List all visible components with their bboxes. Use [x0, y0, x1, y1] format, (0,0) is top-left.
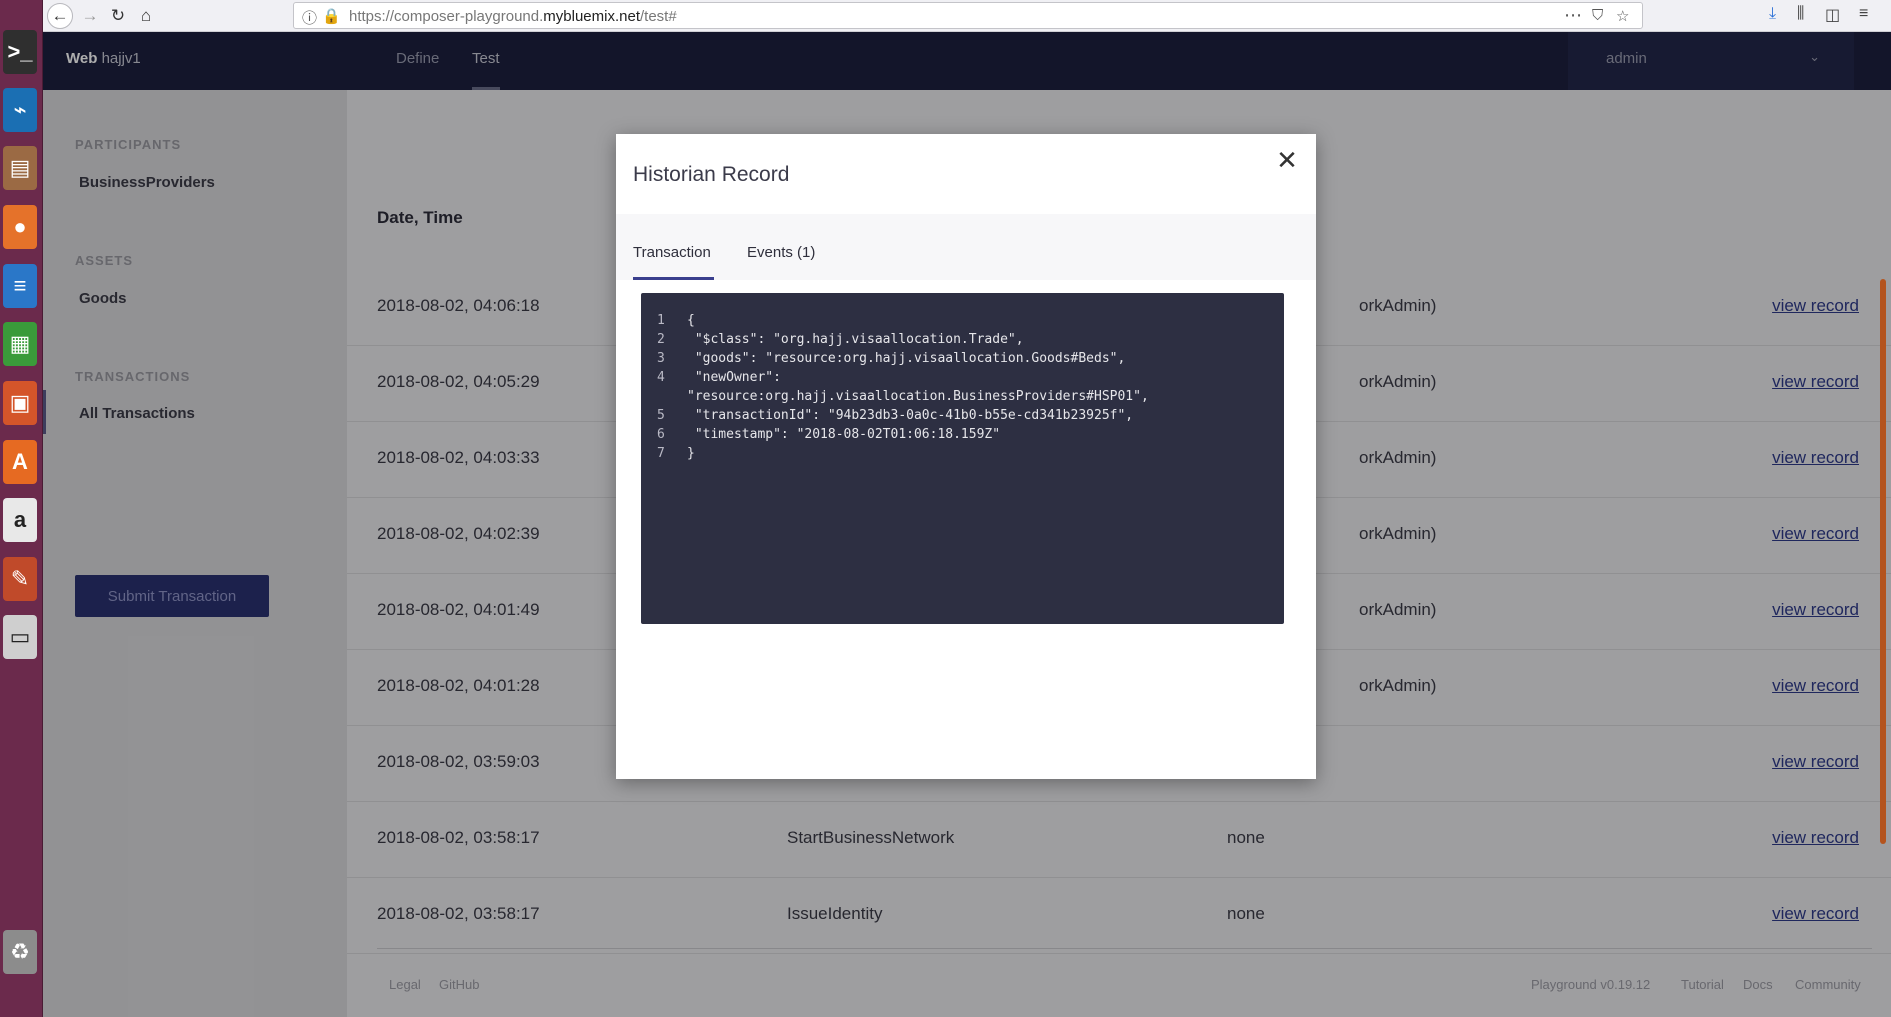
url-text: https://composer-playground.mybluemix.ne…	[349, 8, 677, 25]
writer-icon[interactable]: ≡	[3, 264, 37, 308]
code-line: 4 "newOwner":	[641, 370, 1284, 389]
active-tab-indicator	[633, 277, 714, 280]
code-viewer[interactable]: 1{2 "$class": "org.hajj.visaallocation.T…	[641, 293, 1284, 624]
code-text: "newOwner":	[687, 370, 781, 385]
firefox-icon[interactable]: ●	[3, 205, 37, 249]
code-text: {	[687, 313, 695, 328]
line-number: 3	[657, 351, 665, 366]
info-icon[interactable]: ⓘ	[302, 7, 317, 28]
menu-icon[interactable]: ≡	[1859, 5, 1868, 23]
home-button[interactable]: ⌂	[133, 3, 159, 29]
modal-title: Historian Record	[633, 163, 790, 186]
home-icon: ⌂	[140, 6, 152, 25]
code-text: "$class": "org.hajj.visaallocation.Trade…	[687, 332, 1024, 347]
code-line: 2 "$class": "org.hajj.visaallocation.Tra…	[641, 332, 1284, 351]
historian-record-modal: Historian Record ✕ Transaction Events (1…	[616, 134, 1316, 779]
url-bar[interactable]: ⓘ 🔒 https://composer-playground.mybluemi…	[293, 2, 1643, 29]
lock-icon: 🔒	[322, 8, 341, 25]
page-actions-icon[interactable]: ⋯	[1564, 5, 1582, 26]
code-line: 3 "goods": "resource:org.hajj.visaalloca…	[641, 351, 1284, 370]
line-number: 7	[657, 446, 665, 461]
code-line: 5 "transactionId": "94b23db3-0a0c-41b0-b…	[641, 408, 1284, 427]
impress-icon[interactable]: ▣	[3, 381, 37, 425]
code-text: "timestamp": "2018-08-02T01:06:18.159Z"	[687, 427, 1001, 442]
drive-icon[interactable]: ▭	[3, 615, 37, 659]
page-scrollbar[interactable]	[1880, 279, 1886, 844]
line-number: 2	[657, 332, 665, 347]
pocket-icon[interactable]: ⛉	[1592, 7, 1603, 24]
settings-icon[interactable]: ✎	[3, 557, 37, 601]
code-text: "transactionId": "94b23db3-0a0c-41b0-b55…	[687, 408, 1134, 423]
download-icon[interactable]: ⤓	[1769, 5, 1776, 23]
code-line: "resource:org.hajj.visaallocation.Busine…	[641, 389, 1284, 408]
code-line: 6 "timestamp": "2018-08-02T01:06:18.159Z…	[641, 427, 1284, 446]
bookmark-star-icon[interactable]: ☆	[1616, 7, 1629, 25]
amazon-icon[interactable]: a	[3, 498, 37, 542]
code-line: 7}	[641, 446, 1284, 465]
code-text: "goods": "resource:org.hajj.visaallocati…	[687, 351, 1126, 366]
arrow-right-icon: →	[81, 6, 99, 25]
line-number: 1	[657, 313, 665, 328]
code-text: "resource:org.hajj.visaallocation.Busine…	[687, 389, 1149, 404]
forward-button[interactable]: →	[77, 3, 103, 29]
calc-icon[interactable]: ▦	[3, 322, 37, 366]
ubuntu-launcher: >_ ⌁ ▤ ● ≡ ▦ ▣ Aa ✎ ▭ ♻	[0, 0, 43, 1017]
back-button[interactable]: ←	[47, 3, 73, 29]
terminal-icon[interactable]: >_	[3, 30, 37, 74]
tab-transaction[interactable]: Transaction	[633, 244, 711, 261]
vscode-icon[interactable]: ⌁	[3, 88, 37, 132]
library-icon[interactable]: ⫼	[1797, 5, 1804, 23]
line-number: 4	[657, 370, 665, 385]
software-center-icon[interactable]: A	[3, 440, 37, 484]
browser-toolbar: ← → ↻ ⌂ ⓘ 🔒 https://composer-playground.…	[43, 0, 1891, 32]
line-number: 6	[657, 427, 665, 442]
files-icon[interactable]: ▤	[3, 146, 37, 190]
trash-icon[interactable]: ♻	[3, 930, 37, 974]
reload-button[interactable]: ↻	[105, 3, 131, 29]
tab-events[interactable]: Events (1)	[747, 244, 815, 261]
sidebar-toggle-icon[interactable]: ◫	[1825, 5, 1840, 25]
arrow-left-icon: ←	[51, 6, 69, 25]
code-text: }	[687, 446, 695, 461]
reload-icon: ↻	[110, 6, 126, 25]
code-line: 1{	[641, 313, 1284, 332]
line-number: 5	[657, 408, 665, 423]
modal-tabs: Transaction Events (1)	[616, 214, 1316, 280]
close-icon[interactable]: ✕	[1274, 147, 1300, 174]
